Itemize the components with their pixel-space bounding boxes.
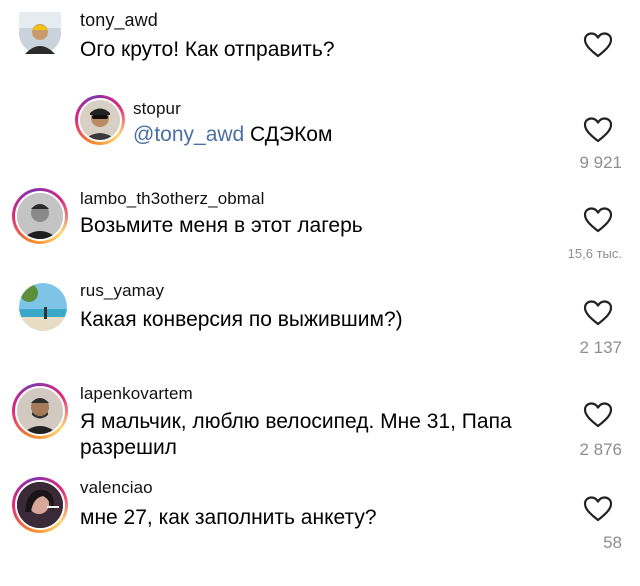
like-count: 15,6 тыс.: [567, 246, 622, 261]
comment-text: мне 27, как заполнить анкету?: [80, 506, 377, 529]
heart-outline-icon[interactable]: [583, 401, 613, 429]
avatar[interactable]: [12, 477, 68, 533]
like-count: 58: [603, 533, 622, 552]
comment-text: Я мальчик, люблю велосипед. Мне 31, Папа…: [80, 410, 512, 459]
avatar[interactable]: [12, 188, 68, 244]
like-count: 9 921: [579, 153, 622, 172]
avatar-image: [78, 98, 122, 142]
avatar[interactable]: [19, 283, 67, 331]
comment-username[interactable]: rus_yamay: [80, 281, 164, 301]
comment-text-body: СДЭКом: [244, 123, 333, 146]
heart-outline-icon[interactable]: [583, 206, 613, 234]
avatar-photo: [17, 482, 63, 528]
heart-outline-icon[interactable]: [583, 31, 613, 59]
comment-username[interactable]: lapenkovartem: [80, 384, 193, 404]
comment-text: @tony_awd СДЭКом: [133, 122, 603, 148]
avatar-image: [19, 283, 67, 331]
heart-outline-icon[interactable]: [583, 116, 613, 144]
avatar-image: [19, 12, 61, 54]
comment-username[interactable]: stopur: [133, 99, 181, 119]
avatar-photo: [17, 193, 63, 239]
avatar-photo: [80, 100, 120, 140]
like-count: 2 876: [579, 440, 622, 459]
comment-username[interactable]: valenciao: [80, 478, 153, 498]
avatar-image: [15, 386, 65, 436]
avatar[interactable]: [12, 383, 68, 439]
heart-outline-icon[interactable]: [583, 299, 613, 327]
avatar[interactable]: [19, 12, 61, 54]
avatar[interactable]: [75, 95, 125, 145]
like-count: 2 137: [579, 338, 622, 357]
comment-username[interactable]: lambo_th3otherz_obmal: [80, 189, 265, 209]
avatar-image: [15, 191, 65, 241]
avatar-image: [15, 480, 65, 530]
comment-text: Возьмите меня в этот лагерь: [80, 214, 363, 237]
heart-outline-icon[interactable]: [583, 495, 613, 523]
avatar-photo: [17, 388, 63, 434]
comment-text: Ого круто! Как отправить?: [80, 38, 335, 61]
comment-username[interactable]: tony_awd: [80, 10, 158, 31]
comment-text: Какая конверсия по выжившим?): [80, 308, 403, 331]
mention-link[interactable]: @tony_awd: [133, 123, 244, 146]
